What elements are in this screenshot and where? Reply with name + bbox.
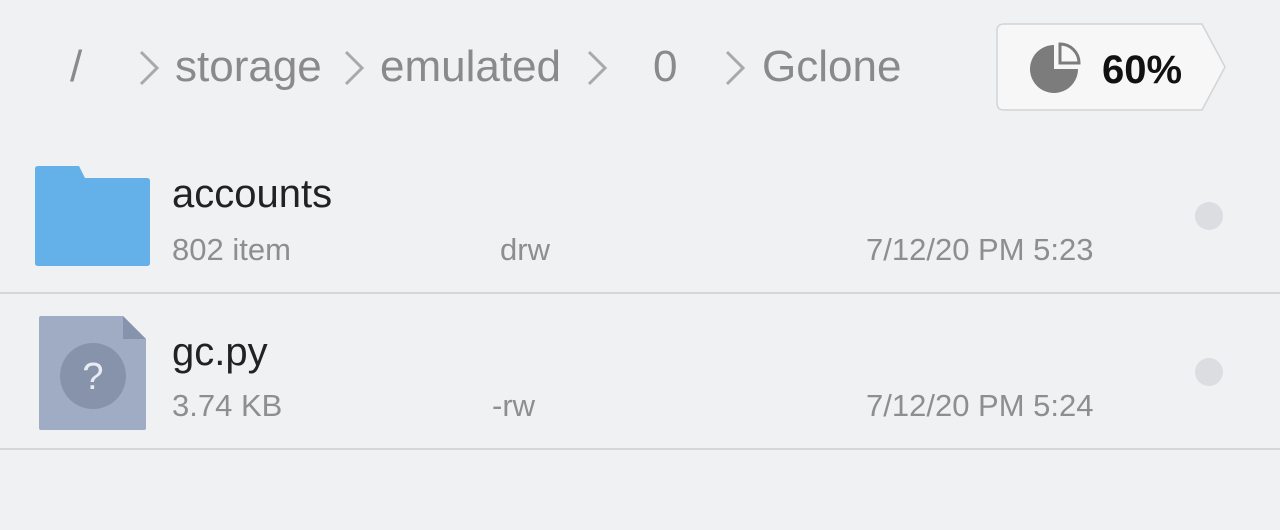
file-size: 3.74 KB (172, 388, 283, 423)
list-item[interactable]: accounts 802 item drw 7/12/20 PM 5:23 (0, 138, 1280, 292)
unknown-file-icon: ? (39, 316, 146, 435)
svg-text:?: ? (82, 356, 103, 398)
folder-icon (35, 166, 150, 271)
select-checkbox[interactable] (1195, 358, 1223, 386)
file-name: gc.py (172, 330, 268, 374)
chevron-right-icon (586, 50, 608, 86)
file-name: accounts (172, 172, 333, 216)
row-divider (0, 448, 1280, 450)
breadcrumb-gclone[interactable]: Gclone (762, 40, 901, 94)
file-size: 802 item (172, 232, 291, 267)
chevron-right-icon (138, 50, 160, 86)
breadcrumb-root[interactable]: / (70, 40, 82, 94)
chevron-right-icon (724, 50, 746, 86)
chevron-right-icon (343, 50, 365, 86)
breadcrumb-0[interactable]: 0 (653, 40, 677, 94)
breadcrumb-emulated[interactable]: emulated (380, 40, 561, 94)
breadcrumb: / storage emulated 0 Gclone (0, 0, 980, 135)
file-modified-date: 7/12/20 PM 5:23 (866, 232, 1094, 267)
list-item[interactable]: ? gc.py 3.74 KB -rw 7/12/20 PM 5:24 (0, 294, 1280, 448)
file-permissions: -rw (492, 388, 536, 423)
pie-chart-icon (1030, 41, 1082, 93)
storage-usage-badge[interactable]: 60% (996, 23, 1226, 111)
select-checkbox[interactable] (1195, 202, 1223, 230)
file-permissions: drw (500, 232, 550, 267)
breadcrumb-storage[interactable]: storage (175, 40, 322, 94)
file-modified-date: 7/12/20 PM 5:24 (866, 388, 1094, 423)
storage-percent-label: 60% (1102, 48, 1183, 92)
